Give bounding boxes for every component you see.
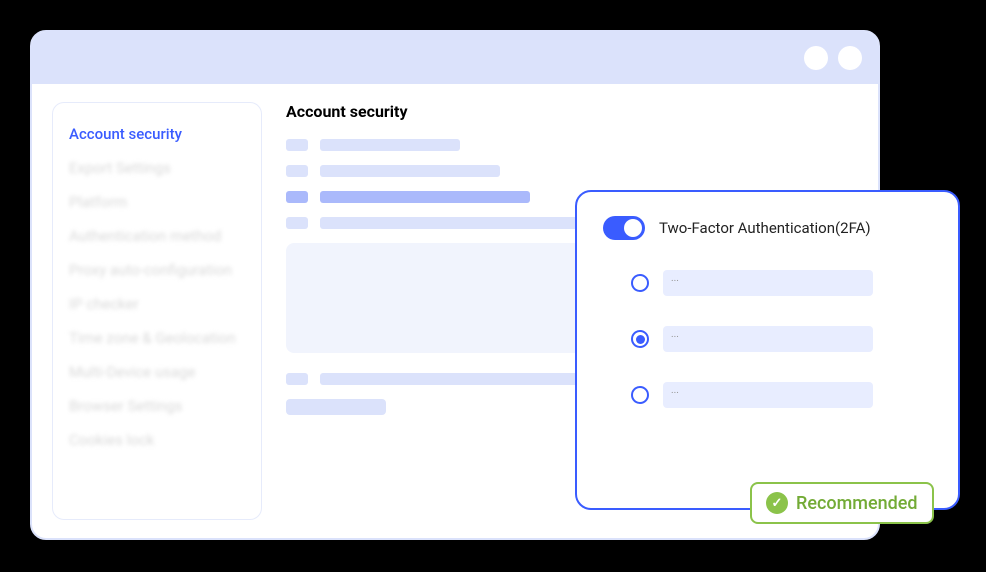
two-factor-popup: Two-Factor Authentication(2FA) ... ... .… xyxy=(575,190,960,510)
option-label: ... xyxy=(663,270,873,296)
sidebar: Account security Export Settings Platfor… xyxy=(52,102,262,520)
sidebar-item-account-security[interactable]: Account security xyxy=(69,117,245,151)
two-factor-option[interactable]: ... xyxy=(603,326,932,352)
option-label: ... xyxy=(663,382,873,408)
sidebar-item-export-settings[interactable]: Export Settings xyxy=(69,151,245,185)
option-label: ... xyxy=(663,326,873,352)
page-title: Account security xyxy=(286,102,858,121)
window-control-dot[interactable] xyxy=(838,46,862,70)
skeleton-pill xyxy=(286,399,386,415)
sidebar-item-browser-settings[interactable]: Browser Settings xyxy=(69,389,245,423)
radio-icon[interactable] xyxy=(631,386,649,404)
radio-icon[interactable] xyxy=(631,330,649,348)
recommended-badge: ✓ Recommended xyxy=(750,482,934,524)
titlebar xyxy=(32,32,878,84)
sidebar-item-timezone-geo[interactable]: Time zone & Geolocation xyxy=(69,321,245,355)
skeleton-row xyxy=(286,139,858,151)
popup-header: Two-Factor Authentication(2FA) xyxy=(603,216,932,240)
check-circle-icon: ✓ xyxy=(766,492,788,514)
sidebar-item-authentication-method[interactable]: Authentication method xyxy=(69,219,245,253)
radio-icon[interactable] xyxy=(631,274,649,292)
toggle-knob xyxy=(624,219,642,237)
sidebar-item-multi-device[interactable]: Multi-Device usage xyxy=(69,355,245,389)
two-factor-option[interactable]: ... xyxy=(603,270,932,296)
sidebar-item-proxy-auto-config[interactable]: Proxy auto-configuration xyxy=(69,253,245,287)
two-factor-option[interactable]: ... xyxy=(603,382,932,408)
skeleton-row xyxy=(286,165,858,177)
sidebar-item-ip-checker[interactable]: IP checker xyxy=(69,287,245,321)
sidebar-item-platform[interactable]: Platform xyxy=(69,185,245,219)
sidebar-item-cookies-lock[interactable]: Cookies lock xyxy=(69,423,245,457)
window-control-dot[interactable] xyxy=(804,46,828,70)
recommended-text: Recommended xyxy=(796,493,918,514)
popup-title: Two-Factor Authentication(2FA) xyxy=(659,219,871,237)
skeleton-block xyxy=(286,243,586,353)
two-factor-toggle[interactable] xyxy=(603,216,645,240)
